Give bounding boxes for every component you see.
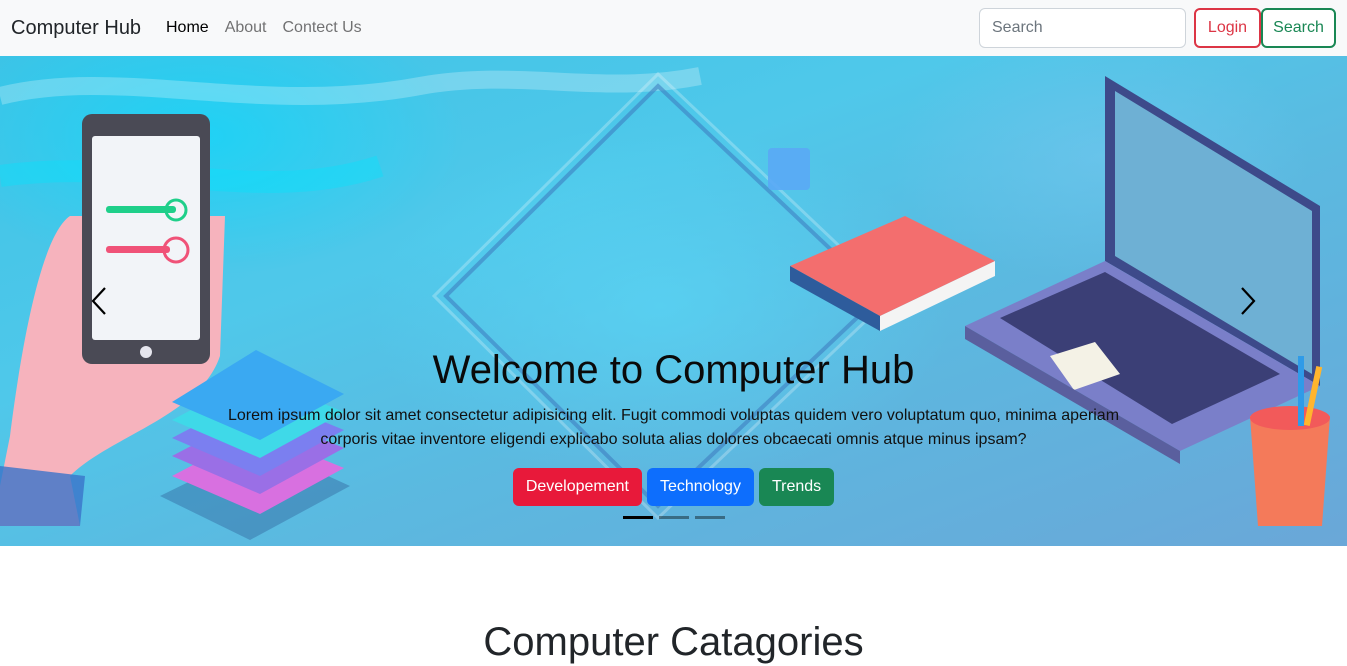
hero-title: Welcome to Computer Hub [432,348,915,392]
carousel-indicator-3[interactable] [694,516,725,519]
navbar: Computer Hub Home About Contect Us Login… [0,0,1347,56]
chevron-left-icon [91,287,106,315]
hero-carousel: Welcome to Computer Hub Lorem ipsum dolo… [0,56,1347,546]
section-title: Computer Catagories [483,620,864,664]
nav-link-home[interactable]: Home [166,18,209,38]
nav-link-contact[interactable]: Contect Us [283,18,362,38]
carousel-prev-button[interactable] [85,284,115,318]
login-button[interactable]: Login [1194,8,1261,48]
developement-button[interactable]: Developement [512,468,642,506]
technology-button[interactable]: Technology [647,468,754,506]
trends-button[interactable]: Trends [758,468,835,506]
carousel-indicator-2[interactable] [658,516,689,519]
search-button[interactable]: Search [1261,8,1336,48]
hero-button-group: Developement Technology Trends [0,468,1347,506]
search-input[interactable] [979,8,1186,48]
carousel-indicators [0,516,1347,519]
carousel-indicator-1[interactable] [622,516,653,519]
brand-logo[interactable]: Computer Hub [11,16,141,40]
chevron-right-icon [1241,287,1256,315]
hero-description: Lorem ipsum dolor sit amet consectetur a… [227,407,1120,448]
carousel-next-button[interactable] [1232,284,1262,318]
carousel-caption: Welcome to Computer Hub Lorem ipsum dolo… [0,346,1347,452]
nav-link-about[interactable]: About [225,18,267,38]
nav-links: Home About Contect Us [166,18,378,38]
